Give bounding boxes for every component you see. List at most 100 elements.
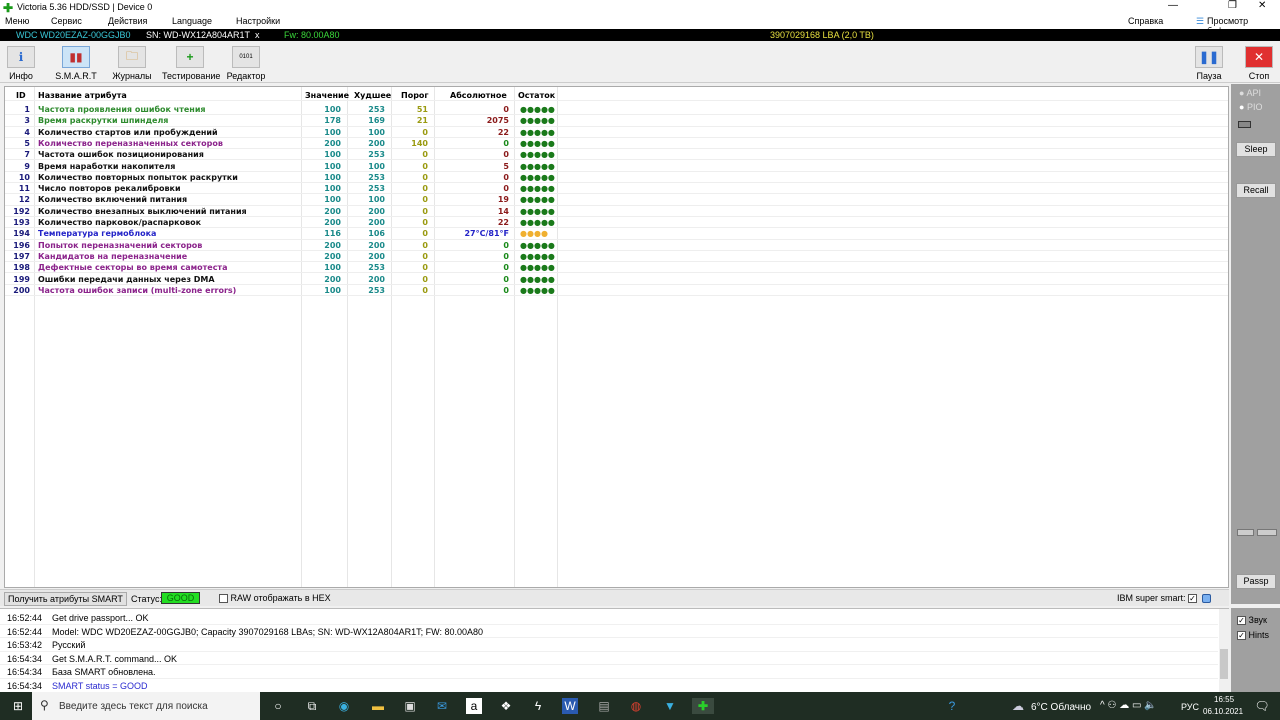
col-value[interactable]: Значение [305, 91, 349, 100]
table-row[interactable]: 12 Количество включений питания 100 100 0 19 ●… [5, 194, 1228, 206]
color-indicator[interactable] [1202, 594, 1211, 603]
cell-rest: ●●●●● [520, 184, 555, 194]
editor-button[interactable]: 0101 Редактор [226, 46, 266, 81]
edge-icon[interactable]: ◉ [336, 698, 352, 714]
hints-checkbox[interactable]: ✓ Hints [1237, 630, 1269, 641]
table-row[interactable]: 5 Количество переназначенных секторов 200 2… [5, 138, 1228, 150]
menu-item-actions[interactable]: Действия [108, 16, 147, 26]
cell-name: Количество переназначенных секторов [38, 138, 223, 148]
logs-button[interactable]: 🗀 Журналы [112, 46, 152, 81]
mail-icon[interactable]: ✉ [434, 698, 450, 714]
table-row[interactable]: 3 Время раскрутки шпинделя 178 169 21 2075 ●●●… [5, 115, 1228, 127]
smart-button[interactable]: ▮▮ S.M.A.R.T [55, 46, 97, 81]
word-icon[interactable]: W [562, 698, 578, 714]
menu-item-settings[interactable]: Настройки [236, 16, 280, 26]
clock-date[interactable]: 06.10.2021 [1203, 707, 1243, 716]
recall-button[interactable]: Recall [1236, 183, 1276, 198]
sleep-button[interactable]: Sleep [1236, 142, 1276, 157]
language-indicator[interactable]: РУС [1181, 702, 1199, 712]
col-id[interactable]: ID [16, 91, 26, 100]
victoria-taskbar-icon[interactable]: ✚ [692, 698, 714, 714]
col-threshold[interactable]: Порог [401, 91, 429, 100]
log-scrollbar[interactable] [1219, 609, 1229, 693]
table-row[interactable]: 192 Количество внезапных выключений питан… [5, 206, 1228, 217]
scrollbar-thumb[interactable] [1220, 649, 1228, 679]
cell-value: 200 [324, 240, 341, 250]
taskbar-search[interactable]: ⚲ Введите здесь текст для поиска [32, 692, 260, 720]
windows-start-icon[interactable]: ⊞ [10, 698, 26, 714]
title-bar: ✚ Victoria 5.36 HDD/SSD | Device 0 — ❐ ✕ [0, 0, 1280, 15]
testing-button[interactable]: + Тестирование [162, 46, 220, 81]
clock-time[interactable]: 16:55 [1214, 695, 1234, 704]
amazon-icon[interactable]: a [466, 698, 482, 714]
maximize-button[interactable]: ❐ [1228, 0, 1237, 11]
ibm-super-smart-checkbox[interactable]: IBM super smart: ✓ [1117, 593, 1198, 604]
table-row[interactable]: 11 Число повторов рекалибровки 100 253 0 0 ●●●… [5, 183, 1228, 195]
table-row[interactable]: 193 Количество парковок/распарковок 200 200… [5, 217, 1228, 229]
table-row[interactable]: 7 Частота ошибок позиционирования 100 253 0 0… [5, 149, 1228, 161]
cell-worst: 200 [368, 240, 385, 250]
stop-button[interactable]: ✕ Стоп [1244, 46, 1274, 81]
explorer-icon[interactable]: ▬ [370, 698, 386, 714]
menu-item-language[interactable]: Language [172, 16, 212, 26]
cell-rest: ●●●●● [520, 150, 555, 160]
drive-model[interactable]: WDC WD20EZAZ-00GGJB0 [16, 30, 131, 40]
pause-button[interactable]: ❚❚ Пауза [1194, 46, 1224, 81]
menu-item-service[interactable]: Сервис [51, 16, 82, 26]
cell-rest: ●●●●● [520, 127, 555, 137]
rdp-icon[interactable]: ▤ [596, 698, 612, 714]
table-row[interactable]: 9 Время наработки накопителя 100 100 0 5 ●●●●● [5, 161, 1228, 172]
menu-item-help[interactable]: Справка [1128, 16, 1163, 26]
drive-firmware: Fw: 80.00A80 [284, 30, 340, 40]
cell-id: 7 [24, 150, 30, 160]
store-icon[interactable]: ▣ [402, 698, 418, 714]
small-button-2[interactable] [1257, 529, 1277, 536]
get-smart-button[interactable]: Получить атрибуты SMART [4, 592, 127, 606]
raw-hex-checkbox[interactable]: RAW отображать в HEX [219, 593, 331, 604]
api-radio[interactable]: ● API [1239, 88, 1261, 98]
close-button[interactable]: ✕ [1258, 0, 1266, 11]
cortana-icon[interactable]: ○ [270, 698, 286, 714]
col-raw[interactable]: Абсолютное [450, 91, 507, 100]
col-name[interactable]: Название атрибута [38, 91, 127, 100]
table-row[interactable]: 199 Ошибки передачи данных через DMA 200 20… [5, 274, 1228, 285]
cell-name: Попыток переназначений секторов [38, 240, 203, 250]
raw-hex-label: RAW отображать в HEX [230, 593, 331, 603]
cell-threshold: 0 [422, 161, 428, 171]
vpn-icon[interactable]: ▼ [662, 698, 678, 714]
help-icon[interactable]: ? [944, 698, 960, 714]
cell-raw: 19 [497, 195, 509, 205]
app-icon[interactable]: ϟ [530, 698, 546, 714]
cell-worst: 253 [368, 172, 385, 182]
notifications-icon[interactable]: 🗨 [1254, 698, 1270, 714]
passp-button[interactable]: Passp [1236, 574, 1276, 589]
drive-close-button[interactable]: x [255, 30, 260, 40]
weather-text[interactable]: 6°C Облачно [1031, 702, 1091, 713]
cell-name: Температура гермоблока [38, 229, 157, 239]
table-row[interactable]: 197 Кандидатов на переназначение 200 200 0 0 ●… [5, 251, 1228, 263]
task-view-icon[interactable]: ⧉ [304, 698, 320, 714]
table-row[interactable]: 196 Попыток переназначений секторов 200 200… [5, 240, 1228, 251]
table-row[interactable]: 10 Количество повторных попыток раскрутки… [5, 172, 1228, 184]
chrome-icon[interactable]: ◍ [628, 698, 644, 714]
cell-rest: ●●●●● [520, 218, 555, 227]
table-row[interactable]: 194 Температура гермоблока 116 106 0 27°C/81°… [5, 228, 1228, 240]
table-row[interactable]: 198 Дефектные секторы во время самотеста 1… [5, 262, 1228, 274]
sound-checkbox[interactable]: ✓ Звук [1237, 615, 1267, 626]
pio-radio[interactable]: ● PIO [1239, 102, 1262, 112]
minimize-button[interactable]: — [1168, 0, 1178, 11]
tray-icons[interactable]: ^ ⚇ ☁ ▭ 🔈 [1100, 700, 1157, 711]
dropbox-icon[interactable]: ❖ [498, 698, 514, 714]
table-row[interactable]: 200 Частота ошибок записи (multi-zone err… [5, 285, 1228, 297]
table-row[interactable]: 4 Количество стартов или пробуждений 100 10… [5, 127, 1228, 138]
table-row[interactable]: 1 Частота проявления ошибок чтения 100 253 5… [5, 104, 1228, 116]
log-time: 16:53:42 [7, 640, 43, 651]
small-button-1[interactable] [1237, 529, 1254, 536]
col-worst[interactable]: Худшее [354, 91, 391, 100]
cell-rest: ●●●●● [520, 195, 555, 205]
menu-item-menu[interactable]: Меню [5, 16, 29, 26]
col-rest[interactable]: Остаток [518, 91, 555, 100]
info-button[interactable]: ℹ Инфо [6, 46, 36, 81]
menu-bar: Меню Сервис Действия Language Настройки … [0, 14, 1280, 36]
cell-threshold: 140 [411, 138, 428, 148]
